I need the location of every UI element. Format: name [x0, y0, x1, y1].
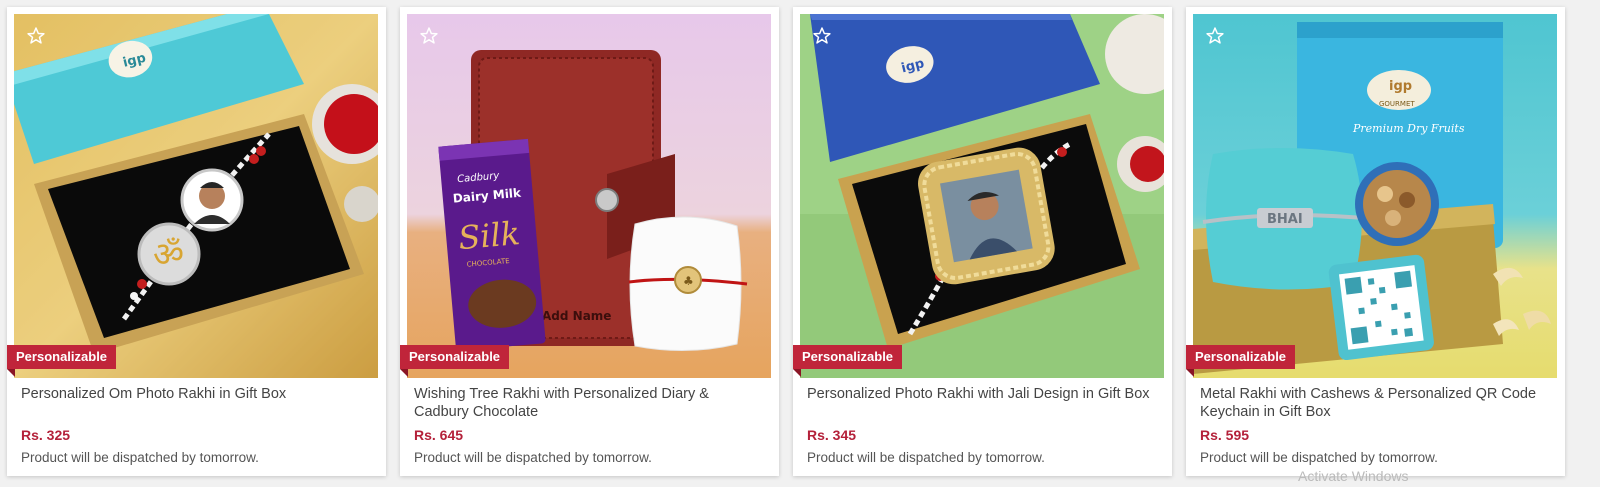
- svg-text:Premium Dry Fruits: Premium Dry Fruits: [1352, 122, 1465, 135]
- svg-text:ॐ: ॐ: [153, 235, 184, 275]
- badge-tail: [7, 369, 15, 377]
- personalizable-badge: Personalizable: [7, 345, 117, 369]
- product-title[interactable]: Wishing Tree Rakhi with Personalized Dia…: [414, 385, 764, 421]
- product-title[interactable]: Metal Rakhi with Cashews & Personalized …: [1200, 385, 1550, 421]
- product-grid: igp ॐ Personalizable Personalized Om Pho…: [0, 0, 1600, 487]
- svg-text:igp: igp: [1389, 79, 1412, 94]
- dispatch-info: Product will be dispatched by tomorrow.: [414, 450, 652, 465]
- svg-text:♣: ♣: [683, 274, 694, 288]
- product-price: Rs. 645: [414, 427, 464, 443]
- jali-photo-rakhi-image: igp: [800, 14, 1164, 378]
- product-card[interactable]: igp ॐ Personalizable Personalized Om Pho…: [7, 7, 386, 476]
- product-title[interactable]: Personalized Om Photo Rakhi in Gift Box: [21, 385, 371, 403]
- badge-tail: [1186, 369, 1194, 377]
- svg-text:GOURMET: GOURMET: [1379, 100, 1415, 108]
- windows-activation-watermark: Activate Windows: [1298, 468, 1409, 484]
- product-price: Rs. 345: [807, 427, 857, 443]
- om-photo-rakhi-image: igp ॐ: [14, 14, 378, 378]
- wishlist-star-icon[interactable]: [419, 26, 439, 46]
- badge-tail: [793, 369, 801, 377]
- product-image[interactable]: igp GOURMET Premium Dry Fruits BHAI: [1193, 14, 1557, 378]
- product-image[interactable]: igp: [800, 14, 1164, 378]
- personalizable-badge: Personalizable: [400, 345, 510, 369]
- wishing-tree-rakhi-image: Add Name Cadbury Dairy Milk Silk CHOCOLA…: [407, 14, 771, 378]
- product-card[interactable]: igp GOURMET Premium Dry Fruits BHAI Pers…: [1186, 7, 1565, 476]
- product-card[interactable]: Add Name Cadbury Dairy Milk Silk CHOCOLA…: [400, 7, 779, 476]
- wishlist-star-icon[interactable]: [26, 26, 46, 46]
- product-price: Rs. 595: [1200, 427, 1250, 443]
- metal-rakhi-cashews-image: igp GOURMET Premium Dry Fruits BHAI: [1193, 14, 1557, 378]
- dispatch-info: Product will be dispatched by tomorrow.: [1200, 450, 1438, 465]
- wishlist-star-icon[interactable]: [1205, 26, 1225, 46]
- product-price: Rs. 325: [21, 427, 71, 443]
- badge-tail: [400, 369, 408, 377]
- dispatch-info: Product will be dispatched by tomorrow.: [21, 450, 259, 465]
- personalizable-badge: Personalizable: [1186, 345, 1296, 369]
- product-card[interactable]: igp Personalizable Personalized Photo Ra…: [793, 7, 1172, 476]
- product-title[interactable]: Personalized Photo Rakhi with Jali Desig…: [807, 385, 1157, 403]
- svg-text:BHAI: BHAI: [1267, 212, 1303, 227]
- dispatch-info: Product will be dispatched by tomorrow.: [807, 450, 1045, 465]
- product-image[interactable]: igp ॐ: [14, 14, 378, 378]
- wishlist-star-icon[interactable]: [812, 26, 832, 46]
- svg-text:Add Name: Add Name: [542, 309, 611, 323]
- svg-text:Silk: Silk: [457, 214, 522, 257]
- personalizable-badge: Personalizable: [793, 345, 903, 369]
- product-image[interactable]: Add Name Cadbury Dairy Milk Silk CHOCOLA…: [407, 14, 771, 378]
